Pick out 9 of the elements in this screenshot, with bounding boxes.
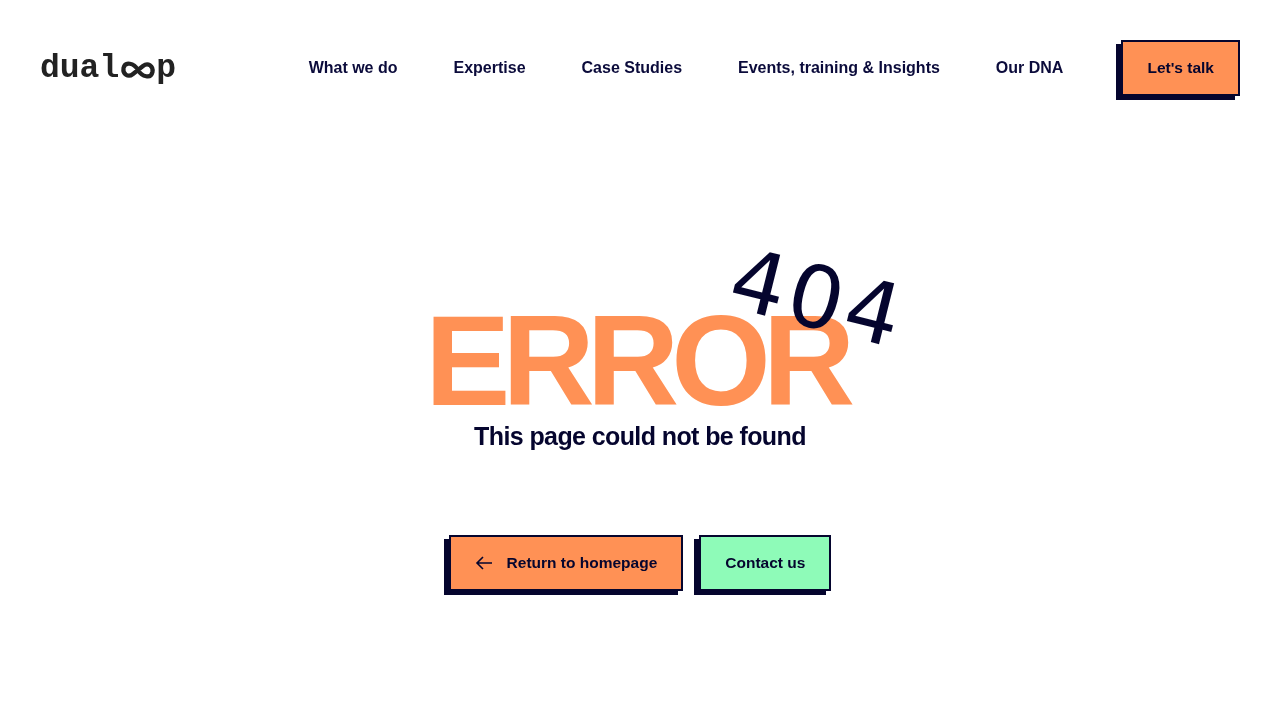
- logo-link[interactable]: dual p: [40, 51, 177, 85]
- infinity-icon: [120, 60, 157, 80]
- arrow-left-icon: [474, 556, 493, 570]
- error-message: This page could not be found: [474, 421, 806, 451]
- nav-link[interactable]: Case Studies: [581, 59, 683, 77]
- nav-link[interactable]: Expertise: [453, 59, 526, 77]
- nav-link[interactable]: Our DNA: [995, 59, 1064, 77]
- nav-link[interactable]: Events, training & Insights: [738, 59, 940, 77]
- nav-link[interactable]: What we do: [308, 59, 398, 77]
